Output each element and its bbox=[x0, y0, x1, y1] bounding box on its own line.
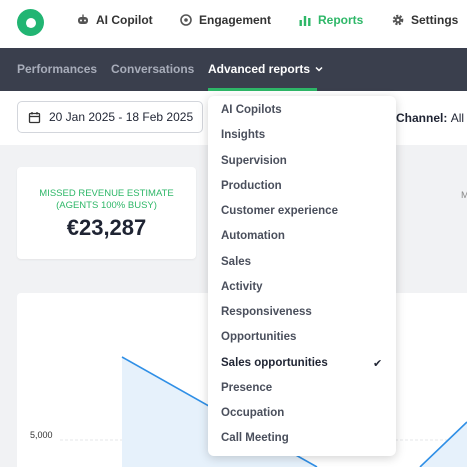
menu-item-supervision[interactable]: Supervision bbox=[221, 155, 287, 167]
menu-item-automation[interactable]: Automation bbox=[221, 230, 285, 242]
menu-item-responsiveness[interactable]: Responsiveness bbox=[221, 306, 312, 318]
menu-item-sales-opportunities[interactable]: Sales opportunities bbox=[221, 357, 328, 369]
menu-item-opportunities[interactable]: Opportunities bbox=[221, 331, 296, 343]
menu-item-activity[interactable]: Activity bbox=[221, 281, 263, 293]
menu-item-insights[interactable]: Insights bbox=[221, 129, 265, 141]
menu-item-ai-copilots[interactable]: AI Copilots bbox=[221, 104, 282, 116]
menu-item-sales[interactable]: Sales bbox=[221, 256, 251, 268]
menu-item-customer-experience[interactable]: Customer experience bbox=[221, 205, 338, 217]
checkmark-icon: ✔ bbox=[373, 358, 383, 370]
y-axis-tick: 5,000 bbox=[30, 430, 53, 440]
menu-item-call-meeting[interactable]: Call Meeting bbox=[221, 432, 289, 444]
menu-item-presence[interactable]: Presence bbox=[221, 382, 272, 394]
menu-item-production[interactable]: Production bbox=[221, 180, 282, 192]
advanced-reports-dropdown: AI Copilots Insights Supervision Product… bbox=[208, 96, 396, 456]
menu-item-occupation[interactable]: Occupation bbox=[221, 407, 284, 419]
